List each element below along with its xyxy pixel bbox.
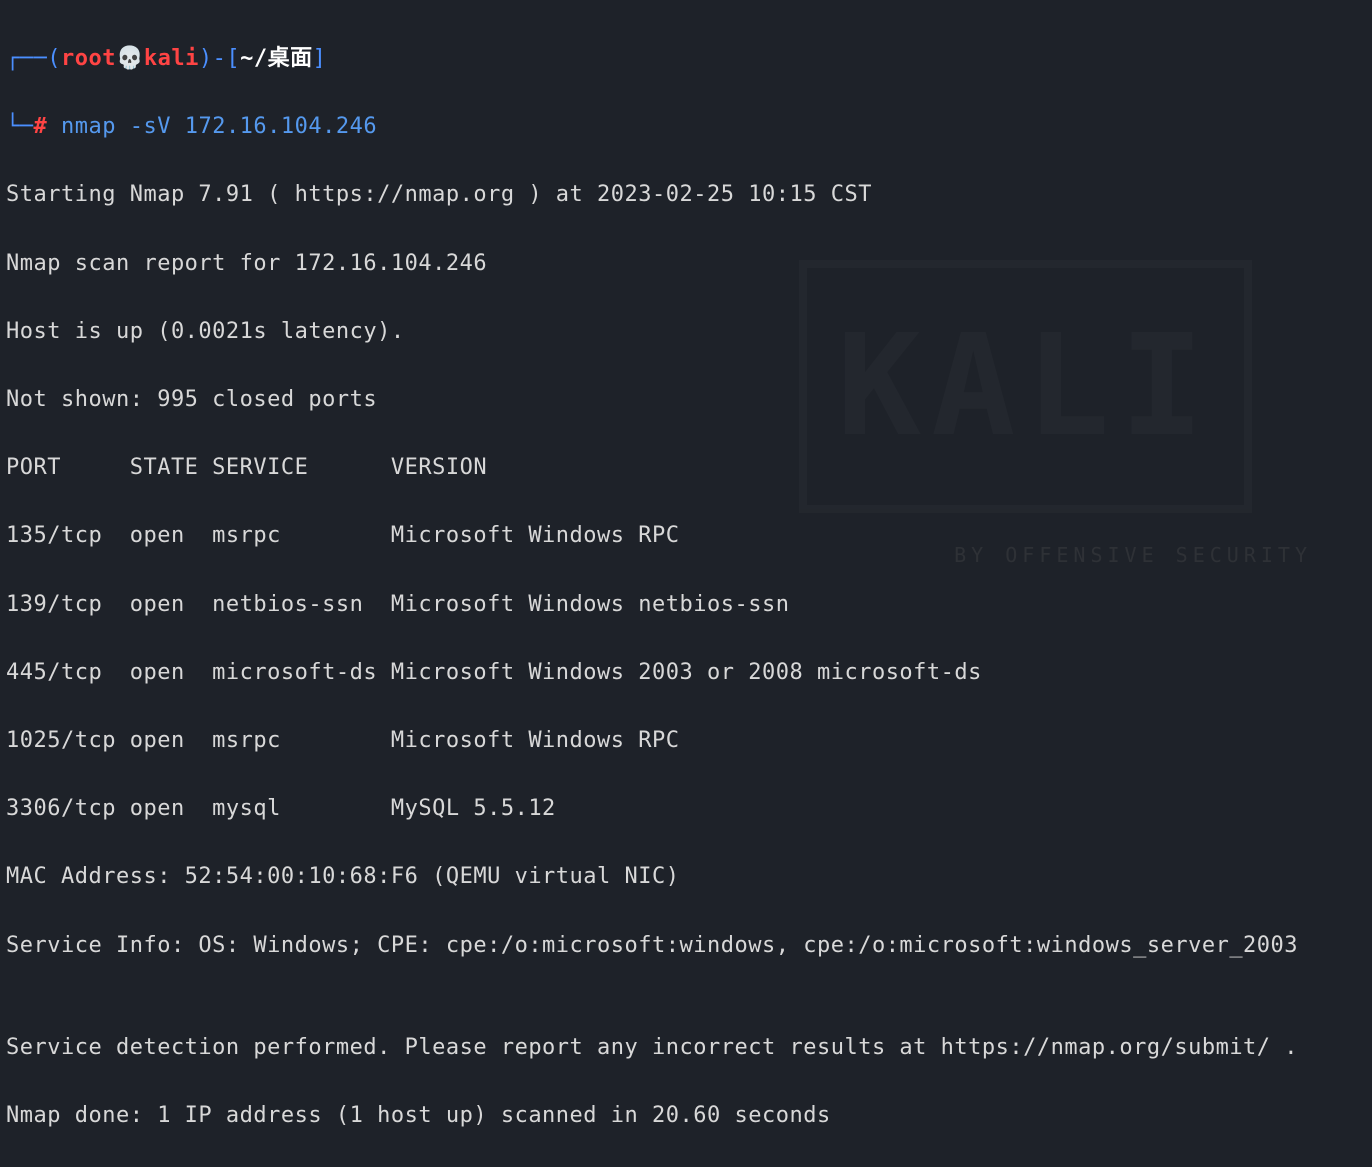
nmap-port-row: 139/tcp open netbios-ssn Microsoft Windo… (6, 588, 1366, 622)
nmap-port-row: 445/tcp open microsoft-ds Microsoft Wind… (6, 656, 1366, 690)
nmap-starting: Starting Nmap 7.91 ( https://nmap.org ) … (6, 178, 1366, 212)
nmap-host-up: Host is up (0.0021s latency). (6, 315, 1366, 349)
nmap-mac: MAC Address: 52:54:00:10:68:F6 (QEMU vir… (6, 860, 1366, 894)
nmap-detection: Service detection performed. Please repo… (6, 1031, 1366, 1065)
nmap-report: Nmap scan report for 172.16.104.246 (6, 247, 1366, 281)
nmap-port-row: 1025/tcp open msrpc Microsoft Windows RP… (6, 724, 1366, 758)
nmap-done: Nmap done: 1 IP address (1 host up) scan… (6, 1099, 1366, 1133)
nmap-not-shown: Not shown: 995 closed ports (6, 383, 1366, 417)
nmap-port-row: 3306/tcp open mysql MySQL 5.5.12 (6, 792, 1366, 826)
nmap-port-row: 135/tcp open msrpc Microsoft Windows RPC (6, 519, 1366, 553)
terminal-output[interactable]: ┌──(root💀kali)-[~/桌面] └─# nmap -sV 172.1… (6, 8, 1366, 1167)
prompt-line-1: ┌──(root💀kali)-[~/桌面] (6, 42, 1366, 76)
nmap-table-header: PORT STATE SERVICE VERSION (6, 451, 1366, 485)
command-input: nmap -sV 172.16.104.246 (61, 114, 377, 139)
skull-icon: 💀 (116, 46, 144, 71)
prompt-line-2: └─# nmap -sV 172.16.104.246 (6, 110, 1366, 144)
nmap-service-info: Service Info: OS: Windows; CPE: cpe:/o:m… (6, 929, 1366, 963)
